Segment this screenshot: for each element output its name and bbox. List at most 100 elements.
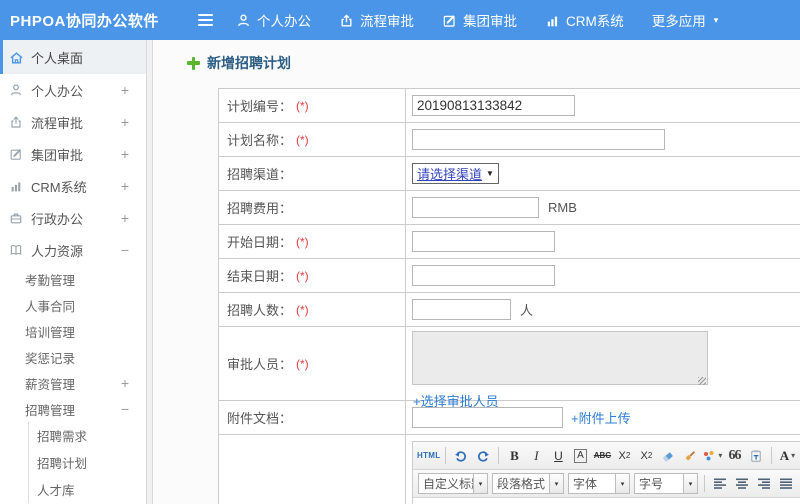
collapse-minus-icon[interactable]: − bbox=[121, 242, 129, 258]
form-row-channel: 招聘渠道： 请选择渠道 ▼ bbox=[219, 157, 800, 191]
cost-input[interactable] bbox=[412, 197, 539, 218]
align-left-icon[interactable] bbox=[710, 474, 730, 494]
sidebar-item-human-resources[interactable]: 人力资源 − bbox=[0, 234, 146, 266]
sidebar-item-crm[interactable]: CRM系统 + bbox=[0, 170, 146, 202]
sidebar-scrollbar[interactable] bbox=[146, 40, 153, 504]
expand-plus-icon[interactable]: + bbox=[121, 114, 129, 130]
topnav-item-group-approval[interactable]: 集团审批 bbox=[428, 0, 531, 40]
font-color-button[interactable]: A ▾ bbox=[777, 446, 797, 466]
required-mark: (*) bbox=[296, 268, 309, 283]
rich-text-editor: HTML B I U A ABC X2 X2 ▾ 66 A ▾ 自定义标 ▾ 段… bbox=[412, 441, 800, 504]
recruit-plan-form: 计划编号：(*) 计划名称：(*) 招聘渠道： 请选择渠道 ▼ 招聘费用： RM… bbox=[218, 88, 800, 504]
form-row-description: HTML B I U A ABC X2 X2 ▾ 66 A ▾ 自定义标 ▾ 段… bbox=[219, 435, 800, 504]
process-icon bbox=[8, 115, 24, 129]
end-date-input[interactable] bbox=[412, 265, 555, 286]
form-row-plan-name: 计划名称： (*) bbox=[219, 123, 800, 157]
custom-title-dropdown[interactable]: 自定义标题▾ bbox=[418, 473, 488, 494]
field-label: 结束日期： bbox=[227, 269, 293, 284]
eraser-icon[interactable] bbox=[658, 446, 678, 466]
expand-plus-icon[interactable]: + bbox=[121, 375, 129, 391]
person-icon bbox=[8, 83, 24, 97]
redo-icon[interactable] bbox=[473, 446, 493, 466]
required-mark: (*) bbox=[296, 132, 309, 147]
expand-plus-icon[interactable]: + bbox=[121, 178, 129, 194]
sidebar-item-personal-office[interactable]: 个人办公 + bbox=[0, 74, 146, 106]
plan-name-input[interactable] bbox=[412, 129, 665, 150]
align-justify-icon[interactable] bbox=[776, 474, 796, 494]
expand-plus-icon[interactable]: + bbox=[121, 210, 129, 226]
form-row-plan-number: 计划编号： (*) bbox=[219, 89, 800, 123]
sidebar-item-hr-contract[interactable]: 人事合同 bbox=[0, 292, 146, 318]
paste-text-icon[interactable] bbox=[746, 446, 766, 466]
editor-toolbar-row2: 自定义标题▾ 段落格式▾ 字体▾ 字号▾ bbox=[413, 470, 800, 498]
chart-icon bbox=[8, 179, 24, 193]
sidebar-item-group-approval[interactable]: 集团审批 + bbox=[0, 138, 146, 170]
attachment-input[interactable] bbox=[412, 407, 563, 428]
caret-down-icon: ▾ bbox=[549, 474, 563, 493]
autoformat-button[interactable]: A bbox=[570, 446, 590, 466]
form-row-approvers: 审批人员： (*) +选择审批人员 bbox=[219, 327, 800, 409]
topnav-item-personal-office[interactable]: 个人办公 bbox=[222, 0, 325, 40]
sidebar-item-workflow-approval[interactable]: 流程审批 + bbox=[0, 106, 146, 138]
italic-button[interactable]: I bbox=[526, 446, 546, 466]
field-label: 附件文档： bbox=[227, 411, 293, 426]
approvers-textarea[interactable] bbox=[412, 331, 708, 385]
superscript-button[interactable]: X2 bbox=[614, 446, 634, 466]
blockquote-button[interactable]: 66 bbox=[724, 446, 744, 466]
sidebar-item-training[interactable]: 培训管理 bbox=[0, 318, 146, 344]
field-label: 开始日期： bbox=[227, 235, 293, 250]
caret-down-icon: ▾ bbox=[615, 474, 629, 493]
start-date-input[interactable] bbox=[412, 231, 555, 252]
sidebar-item-admin-office[interactable]: 行政办公 + bbox=[0, 202, 146, 234]
topnav-item-crm[interactable]: CRM系统 bbox=[531, 0, 638, 40]
attachment-upload-link[interactable]: +附件上传 bbox=[571, 408, 631, 427]
sidebar-item-recruitment[interactable]: 招聘管理 − bbox=[0, 396, 146, 422]
field-label: 招聘渠道： bbox=[227, 167, 293, 182]
main-content: 新增招聘计划 计划编号：(*) 计划名称：(*) 招聘渠道： 请选择渠道 ▼ 招… bbox=[154, 40, 800, 504]
headcount-input[interactable] bbox=[412, 299, 511, 320]
sidebar-item-salary[interactable]: 薪资管理 + bbox=[0, 370, 146, 396]
font-size-dropdown[interactable]: 字号 ▾ bbox=[634, 473, 698, 494]
html-source-button[interactable]: HTML bbox=[417, 446, 440, 466]
page-title: 新增招聘计划 bbox=[187, 53, 291, 73]
hr-submenu: 考勤管理 人事合同 培训管理 奖惩记录 薪资管理 + 招聘管理 − 招聘需求 招聘计… bbox=[0, 266, 146, 503]
align-center-icon[interactable] bbox=[732, 474, 752, 494]
align-right-icon[interactable] bbox=[754, 474, 774, 494]
home-icon bbox=[8, 50, 24, 64]
book-icon bbox=[8, 243, 24, 257]
editor-toolbar-row1: HTML B I U A ABC X2 X2 ▾ 66 A ▾ bbox=[413, 442, 800, 470]
expand-plus-icon[interactable]: + bbox=[121, 82, 129, 98]
subscript-button[interactable]: X2 bbox=[636, 446, 656, 466]
sidebar-item-attendance[interactable]: 考勤管理 bbox=[0, 266, 146, 292]
required-mark: (*) bbox=[296, 302, 309, 317]
recruitment-submenu: 招聘需求 招聘计划 人才库 bbox=[28, 422, 146, 503]
sidebar-item-recruit-demand[interactable]: 招聘需求 bbox=[29, 422, 146, 449]
sidebar-item-recruit-plan[interactable]: 招聘计划 bbox=[29, 449, 146, 476]
hamburger-menu-icon[interactable] bbox=[188, 0, 222, 40]
caret-down-icon: ▾ bbox=[683, 474, 697, 493]
field-label: 招聘费用： bbox=[227, 201, 293, 216]
plan-number-input[interactable] bbox=[412, 95, 575, 116]
caret-down-icon: ▾ bbox=[791, 451, 796, 460]
underline-button[interactable]: U bbox=[548, 446, 568, 466]
palette-icon[interactable]: ▾ bbox=[702, 446, 722, 466]
topnav-item-more-apps[interactable]: 更多应用 ▾ bbox=[638, 0, 733, 40]
approvers-textarea-wrap bbox=[412, 331, 708, 388]
paragraph-format-dropdown[interactable]: 段落格式 ▾ bbox=[492, 473, 564, 494]
field-label: 计划编号： bbox=[227, 99, 293, 114]
expand-plus-icon[interactable]: + bbox=[121, 146, 129, 162]
field-label: 计划名称： bbox=[227, 133, 293, 148]
font-family-dropdown[interactable]: 字体 ▾ bbox=[568, 473, 630, 494]
bold-button[interactable]: B bbox=[504, 446, 524, 466]
sidebar-item-talent-pool[interactable]: 人才库 bbox=[29, 476, 146, 503]
paintbrush-icon[interactable] bbox=[680, 446, 700, 466]
required-mark: (*) bbox=[296, 98, 309, 113]
sidebar-item-rewards[interactable]: 奖惩记录 bbox=[0, 344, 146, 370]
editor-content-area[interactable] bbox=[413, 498, 800, 504]
collapse-minus-icon[interactable]: − bbox=[121, 401, 129, 417]
channel-select[interactable]: 请选择渠道 ▼ bbox=[412, 163, 499, 184]
undo-icon[interactable] bbox=[451, 446, 471, 466]
topnav-item-workflow-approval[interactable]: 流程审批 bbox=[325, 0, 428, 40]
sidebar-item-personal-desktop[interactable]: 个人桌面 bbox=[0, 40, 146, 74]
strikethrough-button[interactable]: ABC bbox=[592, 446, 612, 466]
